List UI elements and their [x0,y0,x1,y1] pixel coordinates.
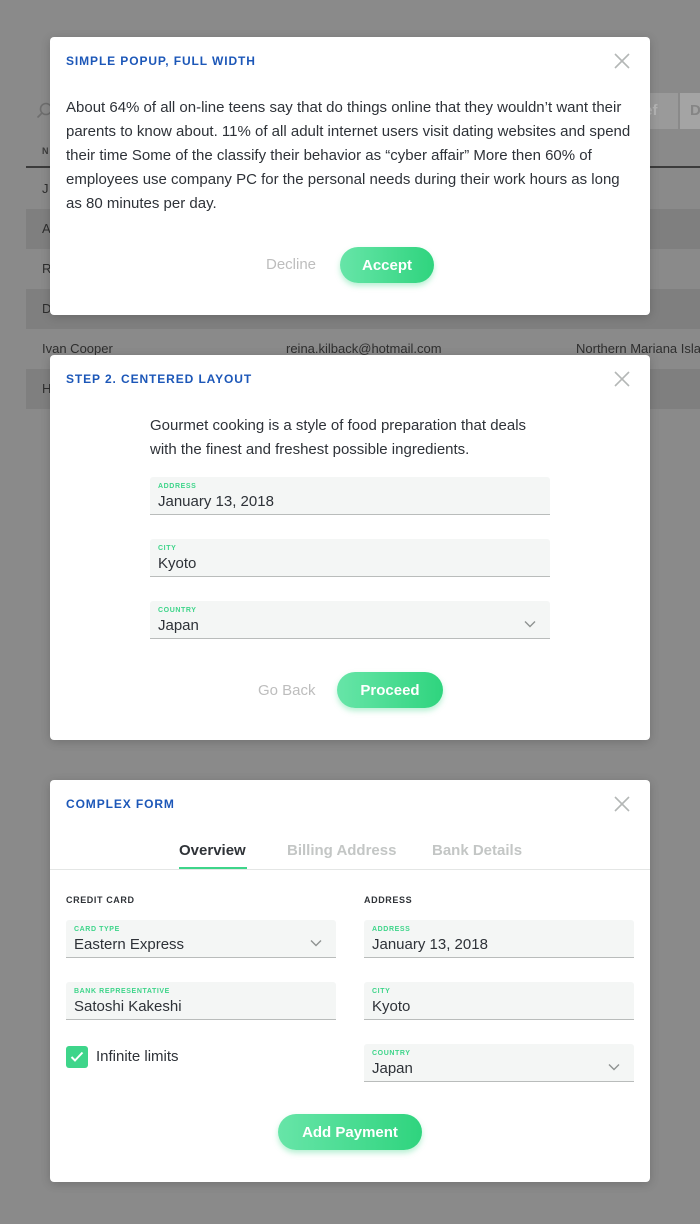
address-field[interactable]: ADDRESS January 13, 2018 [364,920,634,958]
bank-representative-value: Satoshi Kakeshi [74,998,182,1015]
close-icon[interactable] [614,53,630,69]
card-type-select[interactable]: CARD TYPE Eastern Express [66,920,336,958]
country-select[interactable]: COUNTRY Japan [364,1044,634,1082]
country-select-value: Japan [372,1060,413,1077]
table-header-cell: N [42,146,49,156]
close-icon[interactable] [614,796,630,812]
row-country: Northern Mariana Isla [576,341,700,356]
tab-overview[interactable]: Overview [179,842,246,859]
proceed-button[interactable]: Proceed [337,672,443,708]
city-field-label: CITY [158,545,177,552]
country-select-value: Japan [158,617,199,634]
chevron-down-icon [608,1058,620,1071]
row-name: Ivan Cooper [42,341,113,356]
modal-title: COMPLEX FORM [66,797,175,811]
row-name: J [42,181,49,196]
card-type-label: CARD TYPE [74,926,120,933]
infinite-limits-checkbox[interactable] [66,1046,88,1068]
card-type-value: Eastern Express [74,936,185,953]
city-field[interactable]: CITY Kyoto [364,982,634,1020]
form-tabs: Overview Billing Address Bank Details [50,842,650,870]
step2-intro-text: Gourmet cooking is a style of food prepa… [150,417,527,458]
tab-billing-address[interactable]: Billing Address [287,842,396,859]
address-field-label: ADDRESS [158,483,197,490]
country-select[interactable]: COUNTRY Japan [150,601,550,639]
accept-button[interactable]: Accept [340,247,434,283]
city-field[interactable]: CITY Kyoto [150,539,550,577]
active-tab-indicator [179,867,247,869]
tab-bank-details[interactable]: Bank Details [432,842,522,859]
address-field-value: January 13, 2018 [158,493,274,510]
decline-button[interactable]: Decline [266,256,316,273]
address-section-label: ADDRESS [364,895,413,905]
chevron-down-icon [524,615,536,628]
country-select-label: COUNTRY [372,1050,411,1057]
add-payment-button[interactable]: Add Payment [278,1114,422,1150]
city-field-value: Kyoto [372,998,411,1015]
close-icon[interactable] [614,371,630,387]
chevron-down-icon [310,934,322,947]
popup-body-text: About 64% of all on-line teens say that … [66,99,631,212]
city-field-value: Kyoto [158,555,197,572]
city-field-label: CITY [372,988,391,995]
step2-modal: STEP 2. CENTERED LAYOUT Gourmet cooking … [50,355,650,740]
credit-card-section-label: CREDIT CARD [66,895,135,905]
go-back-button[interactable]: Go Back [258,682,316,699]
row-email: reina.kilback@hotmail.com [286,341,442,356]
infinite-limits-label: Infinite limits [96,1048,179,1065]
filter-pill: D [680,93,700,129]
address-field-value: January 13, 2018 [372,936,488,953]
bank-representative-field[interactable]: BANK REPRESENTATIVE Satoshi Kakeshi [66,982,336,1020]
address-field-label: ADDRESS [372,926,411,933]
complex-form-modal: COMPLEX FORM Overview Billing Address Ba… [50,780,650,1182]
address-field[interactable]: ADDRESS January 13, 2018 [150,477,550,515]
country-select-label: COUNTRY [158,607,197,614]
simple-popup-modal: SIMPLE POPUP, FULL WIDTH About 64% of al… [50,37,650,315]
modal-title: SIMPLE POPUP, FULL WIDTH [66,54,256,68]
bank-representative-label: BANK REPRESENTATIVE [74,988,170,995]
modal-title: STEP 2. CENTERED LAYOUT [66,372,253,386]
